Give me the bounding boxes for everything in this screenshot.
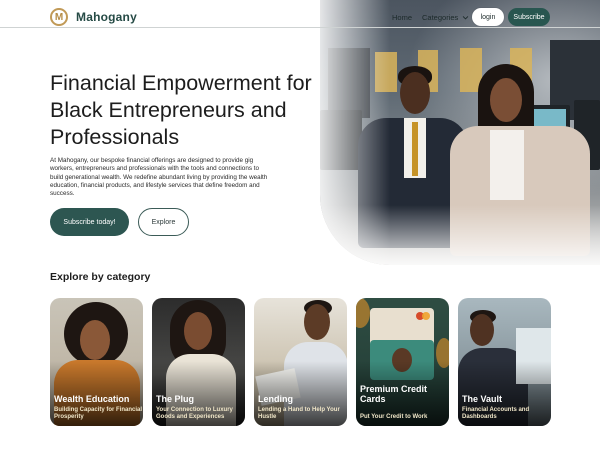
hero-image [320,0,600,265]
navbar-divider [0,27,600,28]
category-cards: Wealth Education Building Capacity for F… [50,298,551,426]
card-subtitle: Put Your Credit to Work [360,414,428,420]
chevron-down-icon [463,15,469,20]
mahogany-logo-icon[interactable]: M [50,8,68,26]
card-subtitle: Your Connection to Luxury Goods and Expe… [156,407,233,420]
brand-name[interactable]: Mahogany [76,10,137,24]
section-title: Explore by category [50,271,151,283]
category-card-the-plug[interactable]: The Plug Your Connection to Luxury Goods… [152,298,245,426]
card-subtitle: Building Capacity for Financial Prosperi… [54,407,143,420]
subscribe-today-button[interactable]: Subscribe today! [50,208,129,236]
nav-menu: Home Categories [392,8,469,26]
nav-categories-dropdown[interactable]: Categories [422,13,469,22]
category-card-wealth-education[interactable]: Wealth Education Building Capacity for F… [50,298,143,426]
hero-description: At Mahogany, our bespoke financial offer… [50,157,268,198]
card-title: Premium Credit Cards [360,384,428,404]
card-title: The Plug [156,394,194,404]
card-subtitle: Lending a Hand to Help Your Hustle [258,407,340,420]
category-card-lending[interactable]: Lending Lending a Hand to Help Your Hust… [254,298,347,426]
explore-button[interactable]: Explore [138,208,189,236]
login-button[interactable]: login [472,8,504,26]
category-card-premium-credit-cards[interactable]: Premium Credit Cards Put Your Credit to … [356,298,449,426]
nav-home-link[interactable]: Home [392,13,412,22]
mastercard-icon [416,312,430,320]
top-navbar: M Mahogany Home Categories login Subscri… [0,0,600,30]
card-title: The Vault [462,394,503,404]
card-subtitle: Financial Accounts and Dashboards [462,407,530,420]
card-title: Wealth Education [54,394,130,404]
card-title: Lending [258,394,293,404]
category-card-the-vault[interactable]: The Vault Financial Accounts and Dashboa… [458,298,551,426]
nav-categories-label: Categories [422,12,459,22]
hero-title: Financial Empowerment for Black Entrepre… [50,71,312,149]
subscribe-button[interactable]: Subscribe [508,8,550,26]
